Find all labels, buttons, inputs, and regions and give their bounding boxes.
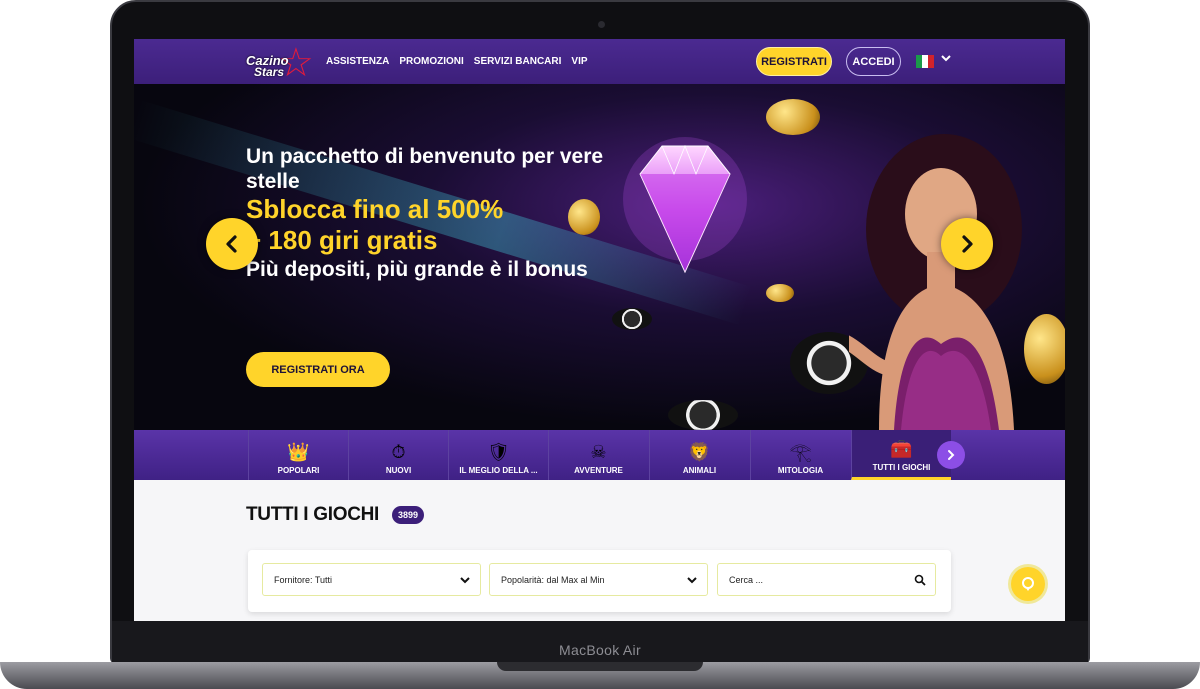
carousel-prev-button[interactable] [206, 218, 258, 270]
hero-headline: Un pacchetto di benvenuto per vere stell… [246, 145, 604, 193]
games-count-badge: 3899 [392, 506, 424, 524]
poker-chip-decoration [668, 400, 738, 430]
nav-vip[interactable]: VIP [571, 56, 587, 67]
treasure-chest-icon: 🧰 [890, 439, 913, 459]
poker-chip-decoration [612, 308, 652, 330]
woman-illustration [849, 134, 1022, 430]
nav-assistenza[interactable]: ASSISTENZA [326, 56, 389, 67]
category-bar: 👑 POPOLARI ⏱ NUOVI 🛡 IL MEGLIO DELLA ...… [134, 430, 1065, 480]
chevron-down-icon[interactable] [940, 52, 952, 64]
main-nav: ASSISTENZA PROMOZIONI SERVIZI BANCARI VI… [326, 39, 588, 84]
category-label: TUTTI I GIOCHI [872, 463, 931, 472]
diamond-illustration [623, 137, 747, 274]
hero-text-block: Un pacchetto di benvenuto per vere stell… [246, 144, 616, 282]
category-tutti-i-giochi[interactable]: 🧰 TUTTI I GIOCHI [851, 430, 951, 480]
site-header: ☆ Cazino Stars ASSISTENZA PROMOZIONI SER… [134, 39, 1065, 84]
games-title: TUTTI I GIOCHI [246, 504, 380, 525]
hero-banner: Un pacchetto di benvenuto per vere stell… [134, 84, 1065, 466]
hero-subheadline: Più depositi, più grande è il bonus [246, 258, 588, 281]
chevron-left-icon [226, 235, 237, 253]
lion-icon: 🦁 [688, 442, 711, 462]
hero-bonus-percent: Sblocca fino al 500% [246, 194, 504, 224]
site-logo[interactable]: ☆ Cazino Stars [246, 43, 318, 83]
pirate-skull-icon: ☠ [590, 442, 607, 462]
carousel-next-button[interactable] [941, 218, 993, 270]
register-now-button[interactable]: REGISTRATI ORA [246, 352, 390, 387]
games-filter-bar: Fornitore: Tutti Popolarità: dal Max al … [248, 550, 951, 612]
nav-promozioni[interactable]: PROMOZIONI [399, 56, 463, 67]
chevron-down-icon [460, 577, 470, 584]
logo-text-stars: Stars [254, 65, 285, 79]
hero-free-spins: + 180 giri gratis [246, 225, 438, 255]
nav-servizi-bancari[interactable]: SERVIZI BANCARI [474, 56, 562, 67]
games-section: TUTTI I GIOCHI 3899 Fornitore: Tutti Pop… [134, 480, 1065, 621]
category-nuovi[interactable]: ⏱ NUOVI [348, 430, 448, 480]
webcam [598, 21, 605, 28]
chevron-right-icon [948, 450, 955, 460]
flag-italy-icon[interactable] [916, 55, 934, 68]
category-animali[interactable]: 🦁 ANIMALI [649, 430, 749, 480]
category-label: NUOVI [385, 466, 412, 475]
category-mitologia[interactable]: 𓂀 MITOLOGIA [750, 430, 850, 480]
category-avventure[interactable]: ☠ AVVENTURE [548, 430, 648, 480]
category-label: POPOLARI [277, 466, 320, 475]
provider-select[interactable]: Fornitore: Tutti [262, 563, 481, 596]
category-next-button[interactable] [937, 441, 965, 469]
sort-select-value: Popolarità: dal Max al Min [501, 574, 605, 585]
gold-coin-decoration [766, 99, 820, 135]
gold-coin-decoration [766, 284, 794, 302]
category-label: IL MEGLIO DELLA ... [459, 466, 538, 475]
search-icon[interactable] [914, 574, 926, 586]
category-popolari[interactable]: 👑 POPOLARI [248, 430, 348, 480]
category-il-meglio[interactable]: 🛡 IL MEGLIO DELLA ... [448, 430, 548, 480]
search-placeholder: Cerca ... [729, 574, 764, 585]
category-label: MITOLOGIA [777, 466, 824, 475]
category-label: AVVENTURE [574, 466, 623, 475]
register-button[interactable]: REGISTRATI [756, 47, 832, 76]
laptop-notch [497, 662, 703, 671]
chevron-right-icon [962, 235, 973, 253]
crown-icon: 👑 [287, 442, 310, 462]
stopwatch-icon: ⏱ [391, 442, 406, 462]
laptop-frame: MacBook Air ☆ Cazino Stars ASSISTENZA PR… [0, 0, 1200, 689]
sort-select[interactable]: Popolarità: dal Max al Min [489, 563, 708, 596]
laptop-brand-label: MacBook Air [559, 642, 641, 658]
browser-viewport: ☆ Cazino Stars ASSISTENZA PROMOZIONI SER… [134, 39, 1065, 621]
live-chat-button[interactable] [1011, 567, 1045, 601]
provider-select-value: Fornitore: Tutti [274, 574, 333, 585]
category-label: ANIMALI [682, 466, 717, 475]
shield-badge-icon: 🛡 [487, 442, 510, 462]
search-field[interactable]: Cerca ... [717, 563, 936, 596]
login-button[interactable]: ACCEDI [846, 47, 901, 76]
pharaoh-icon: 𓂀 [789, 442, 812, 462]
chevron-down-icon [687, 577, 697, 584]
chat-bubble-icon [1022, 577, 1034, 591]
